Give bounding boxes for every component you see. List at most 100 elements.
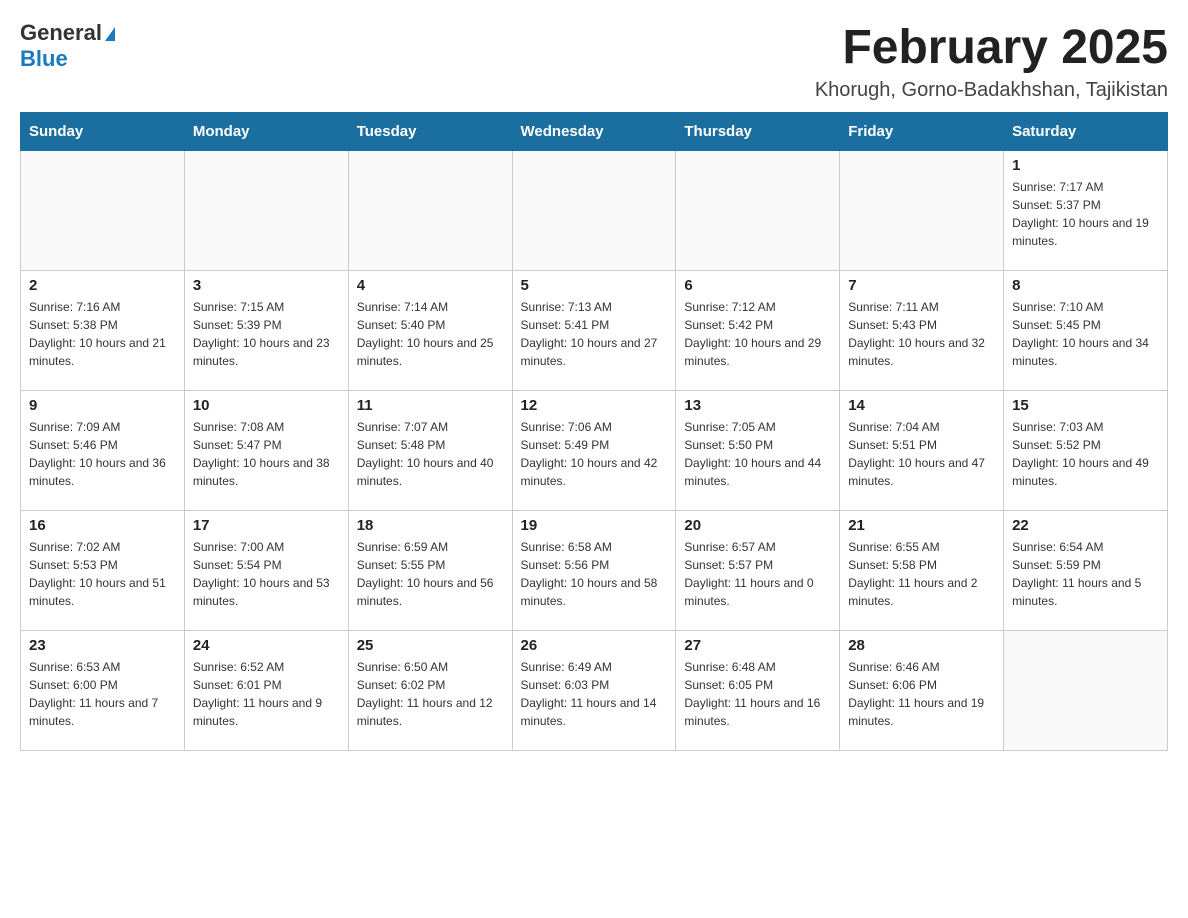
table-row: 28Sunrise: 6:46 AMSunset: 6:06 PMDayligh… [840, 631, 1004, 751]
title-block: February 2025 Khorugh, Gorno-Badakhshan,… [815, 20, 1168, 102]
table-row [21, 151, 185, 271]
calendar-week-row: 16 Sunrise: 7:02 AMSunset: 5:53 PMDayligh… [21, 511, 1168, 631]
logo-general-text: General [20, 20, 102, 45]
table-row [1004, 631, 1168, 751]
table-row [184, 151, 348, 271]
table-row: 2Sunrise: 7:16 AMSunset: 5:38 PMDaylight… [21, 271, 185, 391]
col-saturday: Saturday [1004, 113, 1168, 151]
day-number: 15 [1012, 397, 1159, 414]
calendar-week-row: 1Sunrise: 7:17 AMSunset: 5:37 PMDaylight… [21, 151, 1168, 271]
day-info: Sunrise: 7:15 AMSunset: 5:39 PMDaylight:… [193, 298, 340, 370]
table-row: 5 Sunrise: 7:13 AMSunset: 5:41 PMDaylight… [512, 271, 676, 391]
day-info: Sunrise: 7:02 AMSunset: 5:53 PMDaylight:… [29, 538, 176, 610]
table-row: 15 Sunrise: 7:03 AMSunset: 5:52 PMDayligh… [1004, 391, 1168, 511]
day-info: Sunrise: 7:10 AMSunset: 5:45 PMDaylight:… [1012, 298, 1159, 370]
table-row: 3 Sunrise: 7:15 AMSunset: 5:39 PMDaylight… [184, 271, 348, 391]
calendar-week-row: 2Sunrise: 7:16 AMSunset: 5:38 PMDaylight… [21, 271, 1168, 391]
day-number: 8 [1012, 277, 1159, 294]
table-row: 7 Sunrise: 7:11 AMSunset: 5:43 PMDaylight… [840, 271, 1004, 391]
day-info: Sunrise: 6:49 AMSunset: 6:03 PMDaylight:… [521, 658, 668, 730]
calendar-week-row: 9 Sunrise: 7:09 AMSunset: 5:46 PMDaylight… [21, 391, 1168, 511]
day-info: Sunrise: 6:48 AMSunset: 6:05 PMDaylight:… [684, 658, 831, 730]
day-info: Sunrise: 6:59 AMSunset: 5:55 PMDaylight:… [357, 538, 504, 610]
calendar-week-row: 23Sunrise: 6:53 AMSunset: 6:00 PMDayligh… [21, 631, 1168, 751]
day-number: 5 [521, 277, 668, 294]
day-number: 21 [848, 517, 995, 534]
day-number: 22 [1012, 517, 1159, 534]
day-number: 3 [193, 277, 340, 294]
day-info: Sunrise: 7:04 AMSunset: 5:51 PMDaylight:… [848, 418, 995, 490]
day-number: 13 [684, 397, 831, 414]
day-number: 7 [848, 277, 995, 294]
table-row [512, 151, 676, 271]
day-info: Sunrise: 7:12 AMSunset: 5:42 PMDaylight:… [684, 298, 831, 370]
day-info: Sunrise: 7:06 AMSunset: 5:49 PMDaylight:… [521, 418, 668, 490]
col-friday: Friday [840, 113, 1004, 151]
day-info: Sunrise: 7:13 AMSunset: 5:41 PMDaylight:… [521, 298, 668, 370]
day-number: 18 [357, 517, 504, 534]
day-number: 14 [848, 397, 995, 414]
table-row: 22Sunrise: 6:54 AMSunset: 5:59 PMDayligh… [1004, 511, 1168, 631]
table-row: 11 Sunrise: 7:07 AMSunset: 5:48 PMDayligh… [348, 391, 512, 511]
logo-blue-text: Blue [20, 46, 68, 71]
day-info: Sunrise: 6:55 AMSunset: 5:58 PMDaylight:… [848, 538, 995, 610]
table-row: 12 Sunrise: 7:06 AMSunset: 5:49 PMDayligh… [512, 391, 676, 511]
table-row: 4 Sunrise: 7:14 AMSunset: 5:40 PMDaylight… [348, 271, 512, 391]
table-row: 8 Sunrise: 7:10 AMSunset: 5:45 PMDaylight… [1004, 271, 1168, 391]
table-row: 6 Sunrise: 7:12 AMSunset: 5:42 PMDaylight… [676, 271, 840, 391]
table-row: 16 Sunrise: 7:02 AMSunset: 5:53 PMDayligh… [21, 511, 185, 631]
day-number: 10 [193, 397, 340, 414]
page-header: General Blue February 2025 Khorugh, Gorn… [20, 20, 1168, 102]
col-monday: Monday [184, 113, 348, 151]
calendar-title: February 2025 [815, 20, 1168, 75]
day-info: Sunrise: 6:50 AMSunset: 6:02 PMDaylight:… [357, 658, 504, 730]
table-row [348, 151, 512, 271]
day-info: Sunrise: 7:16 AMSunset: 5:38 PMDaylight:… [29, 298, 176, 370]
table-row: 24 Sunrise: 6:52 AMSunset: 6:01 PMDayligh… [184, 631, 348, 751]
table-row: 25Sunrise: 6:50 AMSunset: 6:02 PMDayligh… [348, 631, 512, 751]
day-number: 19 [521, 517, 668, 534]
day-info: Sunrise: 7:09 AMSunset: 5:46 PMDaylight:… [29, 418, 176, 490]
calendar-subtitle: Khorugh, Gorno-Badakhshan, Tajikistan [815, 79, 1168, 102]
day-info: Sunrise: 6:53 AMSunset: 6:00 PMDaylight:… [29, 658, 176, 730]
logo-triangle-icon [105, 27, 115, 41]
table-row: 23Sunrise: 6:53 AMSunset: 6:00 PMDayligh… [21, 631, 185, 751]
day-number: 6 [684, 277, 831, 294]
table-row: 26 Sunrise: 6:49 AMSunset: 6:03 PMDayligh… [512, 631, 676, 751]
day-number: 24 [193, 637, 340, 654]
day-number: 1 [1012, 157, 1159, 174]
day-info: Sunrise: 7:11 AMSunset: 5:43 PMDaylight:… [848, 298, 995, 370]
day-number: 9 [29, 397, 176, 414]
day-number: 17 [193, 517, 340, 534]
table-row: 21 Sunrise: 6:55 AMSunset: 5:58 PMDayligh… [840, 511, 1004, 631]
day-info: Sunrise: 6:58 AMSunset: 5:56 PMDaylight:… [521, 538, 668, 610]
table-row: 19 Sunrise: 6:58 AMSunset: 5:56 PMDayligh… [512, 511, 676, 631]
day-number: 16 [29, 517, 176, 534]
table-row: 18 Sunrise: 6:59 AMSunset: 5:55 PMDayligh… [348, 511, 512, 631]
col-thursday: Thursday [676, 113, 840, 151]
day-number: 20 [684, 517, 831, 534]
table-row: 20 Sunrise: 6:57 AMSunset: 5:57 PMDayligh… [676, 511, 840, 631]
day-number: 27 [684, 637, 831, 654]
col-sunday: Sunday [21, 113, 185, 151]
day-info: Sunrise: 7:07 AMSunset: 5:48 PMDaylight:… [357, 418, 504, 490]
day-info: Sunrise: 7:03 AMSunset: 5:52 PMDaylight:… [1012, 418, 1159, 490]
table-row: 17 Sunrise: 7:00 AMSunset: 5:54 PMDayligh… [184, 511, 348, 631]
logo-top: General [20, 20, 115, 46]
day-info: Sunrise: 7:08 AMSunset: 5:47 PMDaylight:… [193, 418, 340, 490]
table-row [676, 151, 840, 271]
calendar-table: Sunday Monday Tuesday Wednesday Thursday… [20, 112, 1168, 751]
day-number: 12 [521, 397, 668, 414]
day-info: Sunrise: 6:52 AMSunset: 6:01 PMDaylight:… [193, 658, 340, 730]
day-number: 11 [357, 397, 504, 414]
day-info: Sunrise: 7:00 AMSunset: 5:54 PMDaylight:… [193, 538, 340, 610]
day-number: 4 [357, 277, 504, 294]
table-row: 13Sunrise: 7:05 AMSunset: 5:50 PMDayligh… [676, 391, 840, 511]
logo: General Blue [20, 20, 115, 72]
table-row: 27 Sunrise: 6:48 AMSunset: 6:05 PMDayligh… [676, 631, 840, 751]
table-row: 10 Sunrise: 7:08 AMSunset: 5:47 PMDayligh… [184, 391, 348, 511]
day-number: 26 [521, 637, 668, 654]
table-row: 1Sunrise: 7:17 AMSunset: 5:37 PMDaylight… [1004, 151, 1168, 271]
day-info: Sunrise: 6:57 AMSunset: 5:57 PMDaylight:… [684, 538, 831, 610]
day-info: Sunrise: 7:14 AMSunset: 5:40 PMDaylight:… [357, 298, 504, 370]
